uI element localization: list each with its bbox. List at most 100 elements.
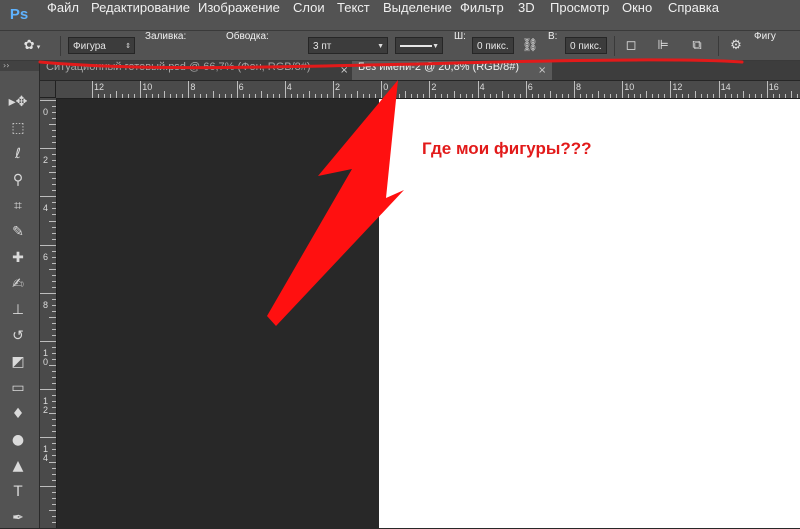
ruler-label: 4 [43,204,51,213]
ruler-tick [52,251,56,252]
crop-tool-icon[interactable]: ⌗ [4,195,32,217]
ruler-tick [52,480,56,481]
path-arrangement-icon[interactable]: ⧉ [687,36,707,56]
ruler-tick [52,130,56,131]
ruler-tick [508,94,509,98]
ruler-tick [52,353,56,354]
vertical-ruler[interactable]: 02468101214 [40,98,57,528]
brush-tool-icon[interactable]: ✍ [4,273,32,295]
chevron-down-icon: ▼ [377,38,384,55]
dodge-tool-icon[interactable]: ● [4,429,32,451]
path-alignment-icon[interactable]: ⊫ [653,36,673,56]
close-tab-2-icon[interactable]: × [538,61,546,80]
move-tool-icon[interactable]: ▸✥ [4,91,32,113]
menu-type[interactable]: Текст [337,0,370,30]
ruler-tick [40,100,56,101]
ruler-tick [52,281,56,282]
ruler-tick [52,184,56,185]
stroke-width-field[interactable]: 3 пт ▼ [308,37,388,54]
ruler-tick [773,94,774,98]
ruler-tick [490,94,491,98]
ruler-tick [164,91,165,98]
separator [718,36,719,56]
ruler-tick [466,94,467,98]
ruler-tick [52,178,56,179]
eyedropper-tool-icon[interactable]: ✎ [4,221,32,243]
ruler-tick [664,94,665,98]
close-tab-1-icon[interactable]: × [340,61,348,80]
separator [614,36,615,56]
link-icon[interactable]: ⛓ [520,36,540,56]
ruler-tick [188,81,189,98]
menu-select[interactable]: Выделение [383,0,452,30]
type-tool-icon[interactable]: T [4,481,32,503]
menu-help[interactable]: Справка [668,0,719,30]
path-operations-icon[interactable]: ◻ [621,36,641,56]
path-selection-tool-icon[interactable]: ▲ [4,455,32,477]
healing-brush-tool-icon[interactable]: ✚ [4,247,32,269]
ruler-tick [200,94,201,98]
menu-3d[interactable]: 3D [518,0,535,30]
ruler-label: 4 [287,82,292,92]
ruler-tick [423,94,424,98]
quick-selection-tool-icon[interactable]: ⚲ [4,169,32,191]
ruler-tick [568,94,569,98]
height-field[interactable]: 0 пикс. [565,37,607,54]
ruler-tick [52,263,56,264]
shape-tool-preset-icon[interactable]: ✿▾ [22,36,42,56]
document-canvas[interactable] [379,99,800,528]
document-tab-1[interactable]: Ситуационный готовый.psd @ 66,7% (Фон, R… [40,61,352,80]
ruler-tick [261,91,262,98]
menu-view[interactable]: Просмотр [550,0,609,30]
menu-filter[interactable]: Фильтр [460,0,504,30]
ruler-label: 6 [528,82,533,92]
ruler-tick [610,94,611,98]
eraser-tool-icon[interactable]: ◩ [4,351,32,373]
width-value: 0 пикс. [477,41,509,52]
ruler-tick [52,449,56,450]
horizontal-ruler[interactable]: 121086420246810121416 [56,81,800,99]
ruler-tick [116,91,117,98]
ruler-tick [279,94,280,98]
ruler-tick [749,94,750,98]
ruler-tick [98,94,99,98]
ruler-tick [695,91,696,98]
ruler-label: 2 [335,82,340,92]
ruler-tick [49,317,56,318]
lasso-tool-icon[interactable]: ℓ [4,143,32,165]
width-field[interactable]: 0 пикс. [472,37,514,54]
ruler-tick [514,94,515,98]
ruler-tick [52,474,56,475]
chevron-down-icon: ▼ [432,38,439,55]
document-tab-2[interactable]: Без имени-2 @ 20,8% (RGB/8#) [352,61,552,80]
ruler-tick [339,94,340,98]
ruler-tick [134,94,135,98]
height-label: В: [548,31,557,60]
gradient-tool-icon[interactable]: ▭ [4,377,32,399]
ruler-tick [640,94,641,98]
marquee-tool-icon[interactable]: ⬚ [4,117,32,139]
menu-edit[interactable]: Редактирование [91,0,190,30]
ruler-tick [52,214,56,215]
ruler-tick [110,94,111,98]
fill-label: Заливка: [145,31,186,60]
ruler-tick [574,81,575,98]
ruler-tick [598,91,599,98]
ruler-origin[interactable] [40,81,56,98]
clone-stamp-tool-icon[interactable]: ⊥ [4,299,32,321]
ruler-tick [52,347,56,348]
toolbox-collapse-handle[interactable]: ›› [0,61,39,71]
tool-mode-select[interactable]: Фигура ⇕ [68,37,135,54]
pen-tool-icon[interactable]: ✒ [4,507,32,529]
gear-icon[interactable]: ⚙ [726,36,746,56]
stroke-type-select[interactable]: ▼ [395,37,443,54]
menu-window[interactable]: Окно [622,0,652,30]
menu-file[interactable]: Файл [47,0,79,30]
history-brush-tool-icon[interactable]: ↺ [4,325,32,347]
menu-layers[interactable]: Слои [293,0,325,30]
ruler-tick [791,91,792,98]
menu-image[interactable]: Изображение [198,0,280,30]
chevron-updown-icon: ⇕ [125,38,131,55]
ruler-label: 12 [43,397,51,415]
blur-tool-icon[interactable]: ♦ [4,403,32,425]
